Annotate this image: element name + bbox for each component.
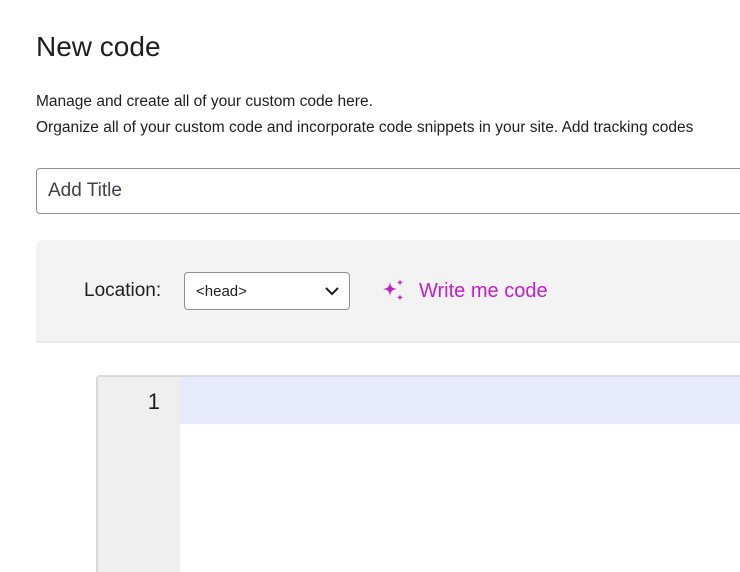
write-me-code-button[interactable]: Write me code — [379, 276, 548, 306]
page-description-detail: Organize all of your custom code and inc… — [36, 119, 694, 136]
location-label: Location: — [84, 280, 162, 301]
write-me-code-label: Write me code — [419, 279, 548, 302]
code-editor[interactable]: 1 — [96, 375, 740, 572]
code-panel: Location: <head> Write me code 1 — [36, 240, 740, 572]
location-select[interactable]: <head> — [184, 272, 350, 310]
chevron-down-icon — [325, 287, 339, 296]
line-number-gutter: 1 — [98, 377, 180, 572]
page-description: Manage and create all of your custom cod… — [36, 93, 373, 110]
code-panel-toolbar: Location: <head> Write me code — [36, 240, 740, 343]
active-line-highlight[interactable] — [180, 377, 740, 424]
sparkle-icon — [383, 279, 404, 301]
location-select-value: <head> — [196, 283, 247, 300]
page-title: New code — [36, 31, 161, 62]
custom-code-page: New code Manage and create all of your c… — [0, 0, 740, 572]
code-title-input[interactable] — [36, 168, 740, 214]
line-number: 1 — [147, 389, 160, 414]
